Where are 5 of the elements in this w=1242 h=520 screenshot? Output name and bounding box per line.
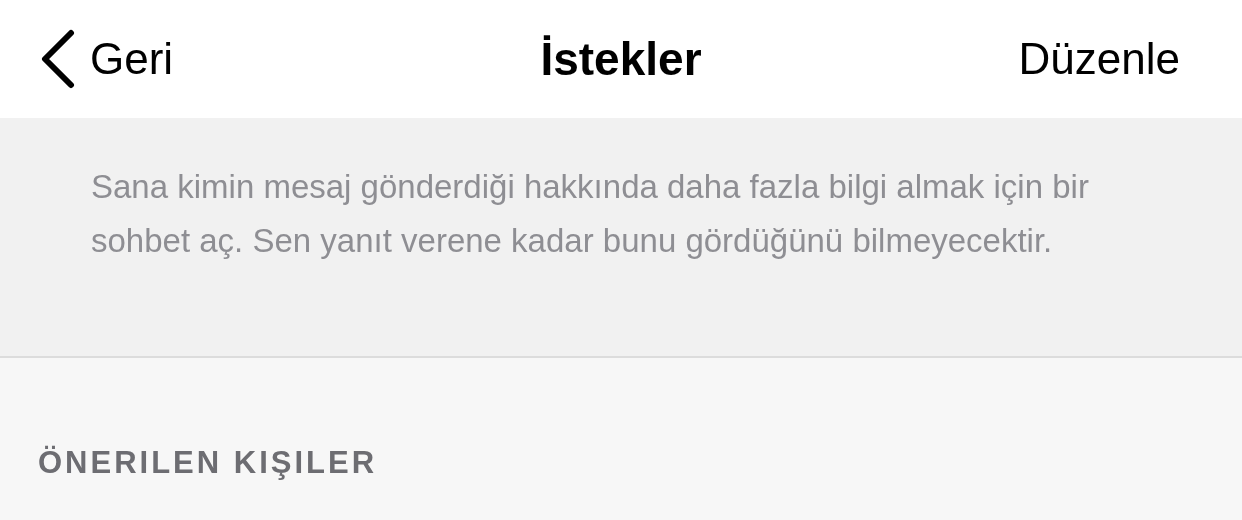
back-button[interactable]: Geri [38, 26, 174, 92]
section-header: ÖNERILEN KIŞILER [38, 445, 378, 480]
edit-button[interactable]: Düzenle [1018, 26, 1180, 92]
info-text: Sana kimin mesaj gönderdiği hakkında daha fazla bilgi almak için bir sohbet aç. Sen yanıt verene kadar bunu gördüğünü bilmeyecektir. [91, 167, 1090, 261]
page-title: İstekler [540, 31, 702, 87]
